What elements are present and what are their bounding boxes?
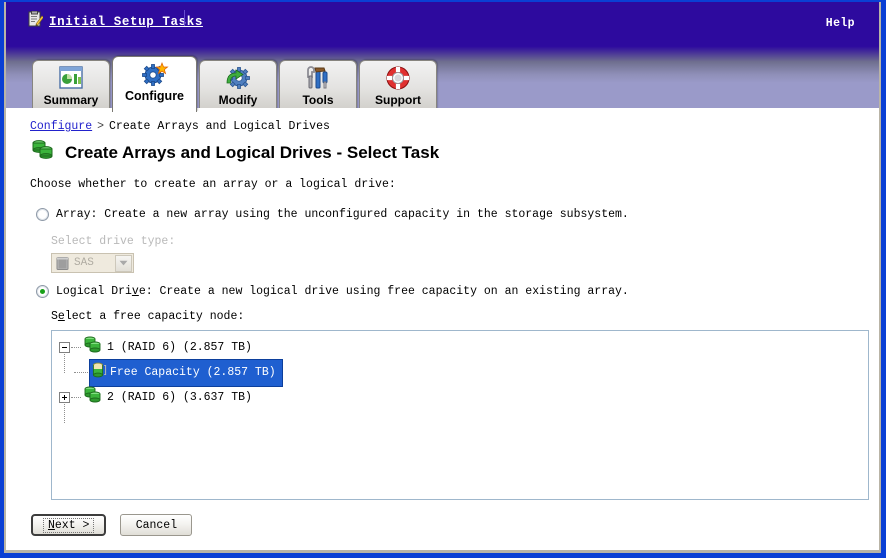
option-array-row[interactable]: Array: Create a new array using the unco… — [36, 208, 629, 221]
application-window: Initial Setup Tasks Help Summary Configu… — [0, 0, 886, 558]
tree-connector — [71, 397, 81, 398]
window-frame-inner: Initial Setup Tasks Help Summary Configu… — [4, 2, 881, 553]
tab-label: Configure — [124, 89, 185, 103]
next-button-label: Next > — [43, 517, 95, 533]
label-mnemonic: v — [131, 285, 139, 298]
tree-label: Select a free capacity node: — [51, 310, 244, 323]
breadcrumb: Configure > Create Arrays and Logical Driv… — [30, 120, 330, 133]
page-title-row: Create Arrays and Logical Drives - Selec… — [30, 138, 439, 167]
tree-connector — [74, 372, 88, 373]
tree-node-label: 2 (RAID 6) (3.637 TB) — [107, 391, 252, 404]
array-icon — [82, 335, 104, 361]
tree-connector — [71, 347, 81, 348]
next-button[interactable]: Next > — [31, 514, 107, 536]
breadcrumb-link-configure[interactable]: Configure — [30, 120, 92, 133]
tree-node-label: Free Capacity (2.857 TB) — [110, 366, 276, 379]
page-title: Create Arrays and Logical Drives - Selec… — [65, 142, 440, 162]
drive-icon — [55, 256, 70, 271]
tree-row[interactable]: 2 (RAID 6) (3.637 TB) — [52, 385, 868, 423]
button-bar: Next > Cancel — [31, 514, 193, 536]
clipboard-pencil-icon — [28, 10, 44, 32]
tab-label: Summary — [43, 93, 99, 107]
content-area: Configure > Create Arrays and Logical Driv… — [6, 108, 879, 550]
label-part-a: Logical Dri — [56, 285, 132, 298]
initial-setup-tasks-link[interactable]: Initial Setup Tasks — [49, 15, 203, 29]
label-part-b: e: Create a new logical drive using free… — [138, 285, 629, 298]
drive-type-label: Select drive type: — [51, 235, 176, 248]
tree-row[interactable]: 1 (RAID 6) (2.857 TB) — [52, 335, 868, 360]
title-bar-left: Initial Setup Tasks — [28, 10, 203, 32]
drive-type-value: SAS — [74, 257, 94, 269]
tab-summary[interactable]: Summary — [32, 60, 110, 112]
tree-row[interactable]: Free Capacity (2.857 TB) — [52, 354, 868, 387]
radio-array[interactable] — [36, 208, 49, 221]
option-array-label: Array: Create a new array using the unco… — [56, 208, 629, 221]
cancel-button-label: Cancel — [135, 518, 178, 532]
cancel-button[interactable]: Cancel — [120, 514, 193, 536]
help-link[interactable]: Help — [826, 17, 855, 30]
drive-type-select[interactable]: SAS — [51, 253, 134, 273]
tab-support[interactable]: Support — [359, 60, 437, 112]
next-label-rest: ext > — [54, 518, 90, 532]
chevron-down-icon[interactable] — [115, 254, 132, 272]
life-ring-icon — [385, 65, 411, 91]
tab-label: Modify — [218, 93, 258, 107]
tab-strip: Summary Configure Modify Tools Support — [6, 38, 879, 112]
option-logical-drive-label: Logical Drive: Create a new logical driv… — [56, 285, 629, 298]
radio-logical-drive[interactable] — [36, 285, 49, 298]
tree-node-selected[interactable]: Free Capacity (2.857 TB) — [89, 358, 283, 387]
tab-label: Support — [375, 93, 421, 107]
tree-inner: 1 (RAID 6) (2.857 TB) Free Capacity (2.8… — [52, 331, 868, 423]
tab-list: Summary Configure Modify Tools Support — [32, 56, 437, 112]
tab-tools[interactable]: Tools — [279, 60, 357, 112]
tree-node-label: 1 (RAID 6) (2.857 TB) — [107, 341, 252, 354]
tab-modify[interactable]: Modify — [199, 60, 277, 112]
collapse-icon[interactable] — [59, 342, 70, 353]
free-capacity-icon — [91, 361, 107, 385]
tree-label-a: S — [51, 310, 58, 323]
breadcrumb-current: Create Arrays and Logical Drives — [109, 120, 330, 133]
tree-connector — [64, 354, 65, 373]
gear-arrow-icon — [224, 65, 252, 91]
option-logical-drive-row[interactable]: Logical Drive: Create a new logical driv… — [36, 285, 629, 298]
tools-icon — [304, 65, 332, 91]
tab-configure[interactable]: Configure — [112, 56, 197, 112]
free-capacity-tree[interactable]: 1 (RAID 6) (2.857 TB) Free Capacity (2.8… — [51, 330, 869, 500]
report-chart-icon — [58, 65, 84, 91]
tree-label-b: lect a free capacity node: — [64, 310, 245, 323]
title-divider — [184, 10, 185, 26]
instruction-text: Choose whether to create an array or a l… — [30, 178, 396, 191]
window-frame-outer: Initial Setup Tasks Help Summary Configu… — [0, 0, 886, 558]
tree-label-mnemonic: e — [57, 310, 65, 323]
title-bar: Initial Setup Tasks Help — [6, 2, 879, 38]
next-mnemonic: N — [48, 518, 55, 532]
tab-label: Tools — [302, 93, 334, 107]
breadcrumb-separator: > — [97, 120, 105, 133]
gear-star-icon — [141, 61, 169, 87]
array-icon — [82, 385, 104, 411]
database-drives-icon — [30, 138, 56, 167]
expand-icon[interactable] — [59, 392, 70, 403]
